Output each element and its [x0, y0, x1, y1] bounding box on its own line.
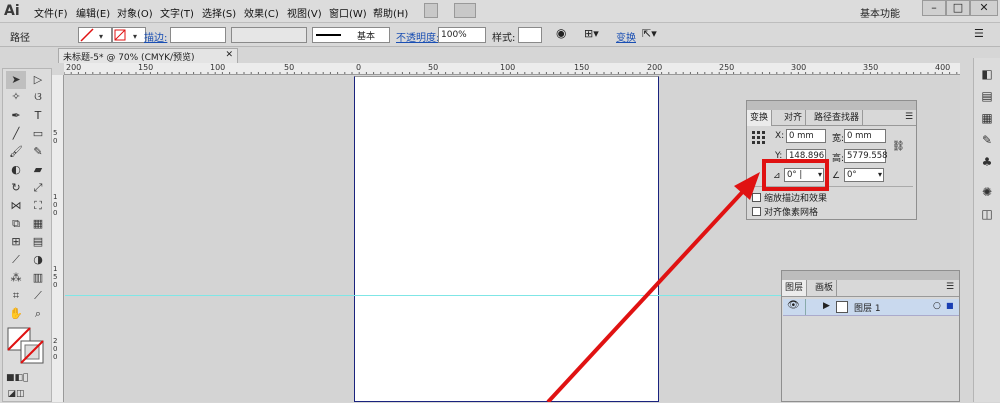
annotation-arrow [546, 172, 760, 402]
